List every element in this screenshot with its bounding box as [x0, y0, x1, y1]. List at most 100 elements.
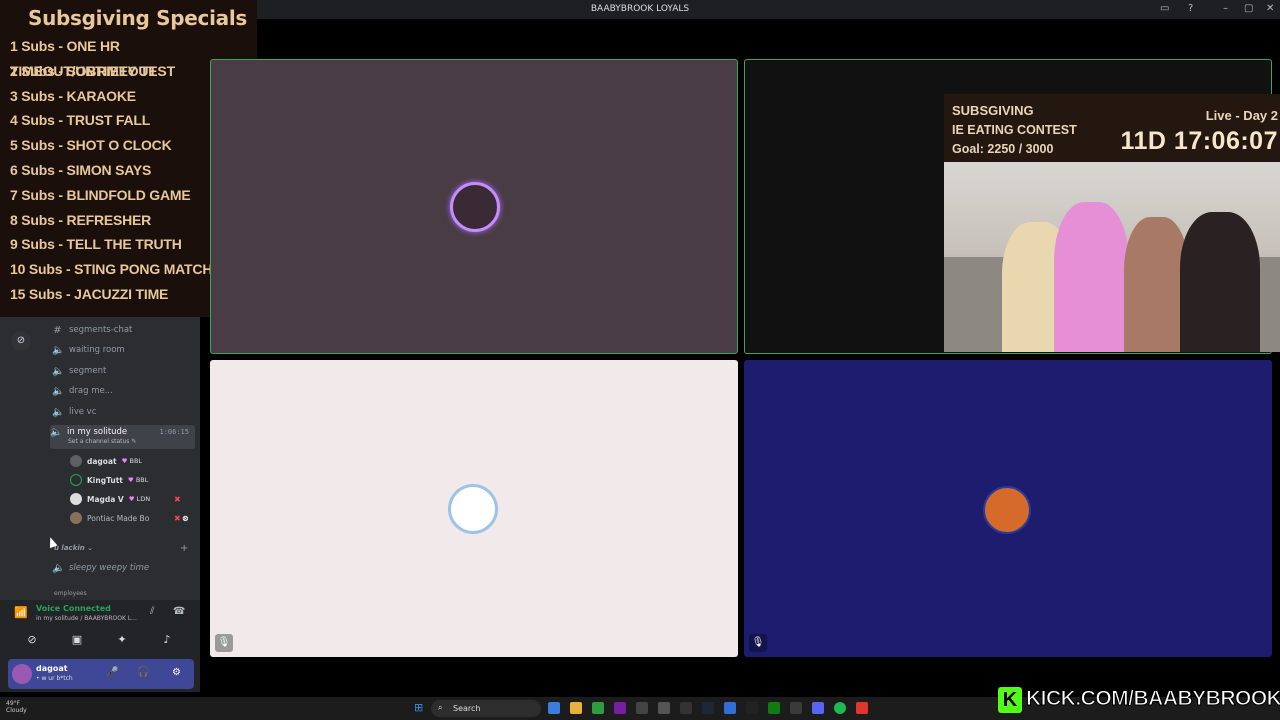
channel-label: sleepy weepy time — [69, 563, 150, 573]
category-label: u lackin — [54, 544, 85, 552]
windows-start-icon[interactable]: ⊞ — [414, 701, 423, 714]
channel-sleepy-weepy-time[interactable]: 🔈 sleepy weepy time — [52, 559, 149, 577]
avatar — [70, 455, 82, 467]
video-tile[interactable]: 🎙 — [744, 360, 1272, 657]
screen-share-icon[interactable]: ▣ — [57, 630, 97, 650]
app-icon[interactable] — [658, 702, 670, 714]
app-icon[interactable] — [724, 702, 736, 714]
kick-logo: K — [998, 687, 1022, 713]
voice-user[interactable]: Magda V ♥ LDN ✖ — [70, 490, 181, 508]
hash-icon: # — [53, 324, 62, 336]
user-tag: ♥ LDN — [128, 495, 151, 503]
avatar — [70, 493, 82, 505]
avatar — [983, 486, 1031, 534]
avatar[interactable] — [12, 664, 32, 684]
gear-icon[interactable]: ⚙ — [172, 667, 181, 678]
activities-icon[interactable]: ✦ — [102, 630, 142, 650]
speaker-icon: 🔈 — [50, 427, 63, 438]
signal-icon[interactable]: 📶 — [14, 606, 28, 619]
search-icon: ⌕ — [438, 703, 443, 712]
search-box[interactable]: ⌕ Search — [431, 700, 541, 717]
epic-icon[interactable] — [746, 702, 758, 714]
video-tile[interactable]: 🎙 — [210, 360, 738, 657]
speaker-icon: 🔈 — [52, 365, 65, 377]
channel-status[interactable]: Set a channel status ✎ — [68, 438, 136, 445]
speaker-icon: 🔈 — [52, 344, 65, 356]
channel-label: segments-chat — [69, 325, 133, 335]
inbox-icon[interactable]: ▭ — [1160, 3, 1169, 14]
channel-label: in my solitude — [67, 427, 128, 437]
channel-segment[interactable]: 🔈 segment — [52, 362, 106, 380]
kick-url: KICK.COM/BAABYBROOK — [1025, 687, 1280, 711]
voice-location[interactable]: in my solitude / BAABYBROOK L... — [36, 615, 137, 622]
sub-goal: Goal: 2250 / 3000 — [952, 142, 1054, 156]
weather-condition: Cloudy — [6, 707, 27, 714]
channel-in-my-solitude[interactable]: 🔈 in my solitude 1:06:15 Set a channel s… — [50, 425, 195, 449]
weather-temp: 49°F — [6, 700, 21, 707]
channel-label: drag me... — [69, 386, 113, 396]
nvidia-icon[interactable] — [592, 702, 604, 714]
add-channel-icon[interactable]: + — [180, 543, 188, 554]
app-icon[interactable] — [790, 702, 802, 714]
spotify-icon[interactable] — [834, 702, 846, 714]
xbox-icon: ⊗ — [182, 513, 189, 523]
user-tag: ♥ BBL — [127, 476, 149, 484]
steam-icon[interactable] — [702, 702, 714, 714]
video-tile[interactable] — [210, 59, 738, 354]
help-icon[interactable]: ? — [1188, 3, 1193, 14]
channel-label: segment — [69, 366, 107, 376]
file-explorer-icon[interactable] — [570, 702, 582, 714]
stream-header: SUBSGIVING IE EATING CONTEST Goal: 2250 … — [944, 94, 1280, 162]
channel-waiting-room[interactable]: 🔈 waiting room — [52, 341, 125, 359]
event-name: SUBSGIVING — [952, 103, 1034, 118]
maximize-button[interactable]: ▢ — [1244, 3, 1253, 14]
voice-panel: 📶 Voice Connected in my solitude / BAABY… — [0, 600, 200, 656]
speaker-icon: 🔈 — [52, 562, 65, 574]
camera-off-icon[interactable]: ⊘ — [12, 630, 52, 650]
app-icon[interactable] — [614, 702, 626, 714]
muted-icon: ✖ — [174, 513, 181, 523]
avatar — [70, 474, 82, 486]
category-employees[interactable]: employees — [54, 590, 87, 597]
contest-name: IE EATING CONTEST — [952, 123, 1077, 137]
mute-icon: 🎙 — [215, 634, 233, 652]
channel-segments-chat[interactable]: # segments-chat — [52, 321, 132, 339]
noise-suppression-icon[interactable]: ⫽ — [150, 606, 154, 617]
mute-icon: 🎙 — [749, 634, 767, 652]
voice-status[interactable]: Voice Connected — [36, 604, 111, 613]
minimize-button[interactable]: – — [1223, 3, 1228, 14]
channel-timer: 1:06:15 — [159, 428, 189, 436]
voice-user[interactable]: KingTutt ♥ BBL — [70, 471, 148, 489]
kick-banner: K KICK.COM/BAABYBROOK — [996, 685, 1280, 717]
channel-drag-me[interactable]: 🔈 drag me... — [52, 382, 113, 400]
person — [1054, 202, 1129, 352]
specials-title: Subsgiving Specials — [28, 6, 247, 30]
voice-user[interactable]: dagoat ♥ BBL — [70, 452, 142, 470]
user-name: KingTutt — [87, 475, 123, 485]
person — [1180, 212, 1260, 352]
voice-user[interactable]: Pontiac Made Bo ✖ ⊗ — [70, 509, 189, 527]
category-u-lackin[interactable]: u lackin ⌄ — [54, 544, 93, 552]
webcam-feed — [944, 162, 1280, 352]
user-name: dagoat — [87, 456, 117, 466]
microphone-icon[interactable]: 🎤 — [106, 667, 118, 678]
special-item: 1 Subs - ONE HR TIMEOUT/UNTIMEOUT — [10, 38, 157, 79]
speaker-icon: 🔈 — [52, 385, 65, 397]
soundboard-icon[interactable]: ♪ — [147, 630, 187, 650]
brave-icon[interactable] — [856, 702, 868, 714]
deafened-icon: ✖ — [174, 494, 181, 504]
app-icon[interactable] — [680, 702, 692, 714]
channel-live-vc[interactable]: 🔈 live vc — [52, 403, 96, 421]
disconnect-icon[interactable]: ☎ — [173, 606, 185, 617]
headphones-icon[interactable]: 🎧 — [137, 667, 149, 678]
close-button[interactable]: ✕ — [1266, 3, 1274, 14]
user-name: Magda V — [87, 494, 124, 504]
xbox-icon[interactable] — [768, 702, 780, 714]
live-day: Live - Day 2 — [1205, 108, 1278, 123]
weather-widget[interactable]: 49°F Cloudy — [6, 700, 27, 714]
user-name[interactable]: dagoat — [36, 664, 68, 673]
app-icon[interactable] — [636, 702, 648, 714]
discord-icon[interactable] — [812, 702, 824, 714]
explore-servers-icon[interactable]: ⊘ — [11, 331, 31, 351]
task-view-icon[interactable] — [548, 702, 560, 714]
